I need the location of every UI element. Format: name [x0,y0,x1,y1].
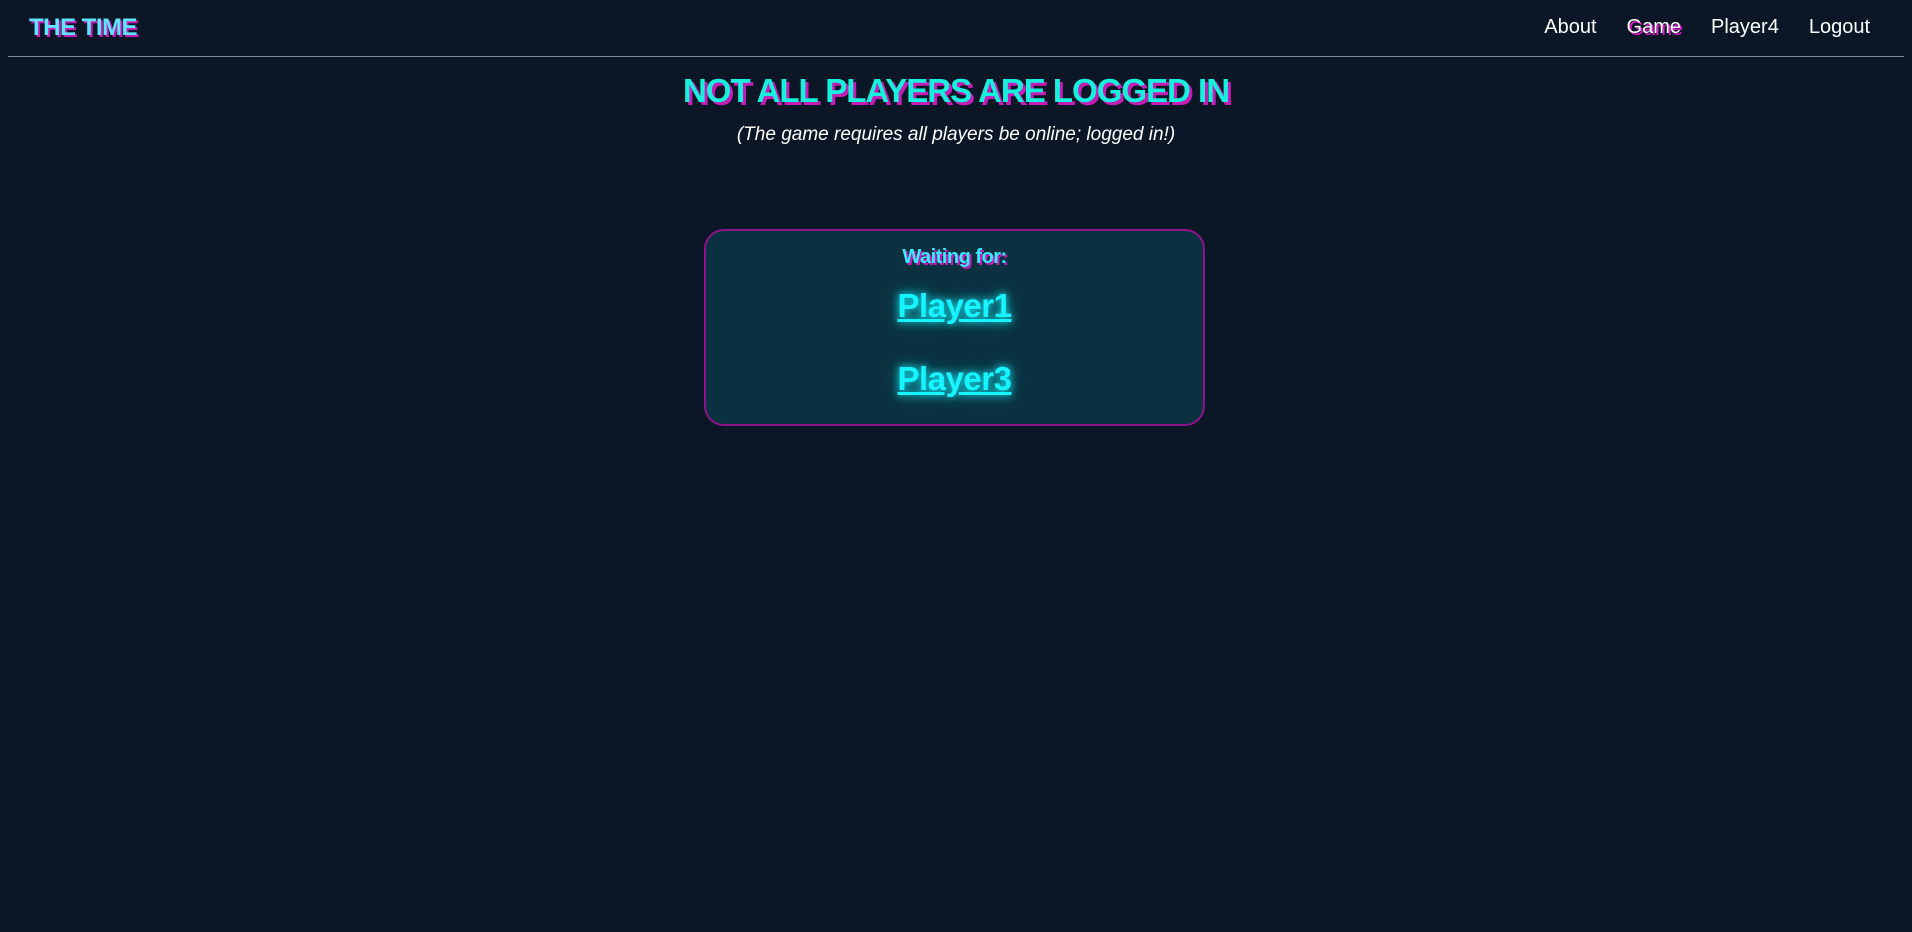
page-subtitle: (The game requires all players be online… [736,124,1176,145]
nav-links: About Game Player4 Logout [1544,16,1870,39]
waiting-player-link-player1[interactable]: Player1 [706,287,1203,325]
page-title: NOT ALL PLAYERS ARE LOGGED IN [682,72,1230,109]
brand-logo[interactable]: THE TIME [29,14,138,42]
nav-link-game[interactable]: Game [1627,16,1681,39]
nav-link-player4[interactable]: Player4 [1711,16,1779,39]
waiting-panel: Waiting for: Player1 Player3 [704,229,1205,426]
nav-link-logout[interactable]: Logout [1809,16,1870,39]
top-navbar: THE TIME About Game Player4 Logout [8,0,1904,57]
nav-link-about[interactable]: About [1544,16,1596,39]
waiting-player-link-player3[interactable]: Player3 [706,360,1203,398]
waiting-label: Waiting for: [902,246,1007,268]
